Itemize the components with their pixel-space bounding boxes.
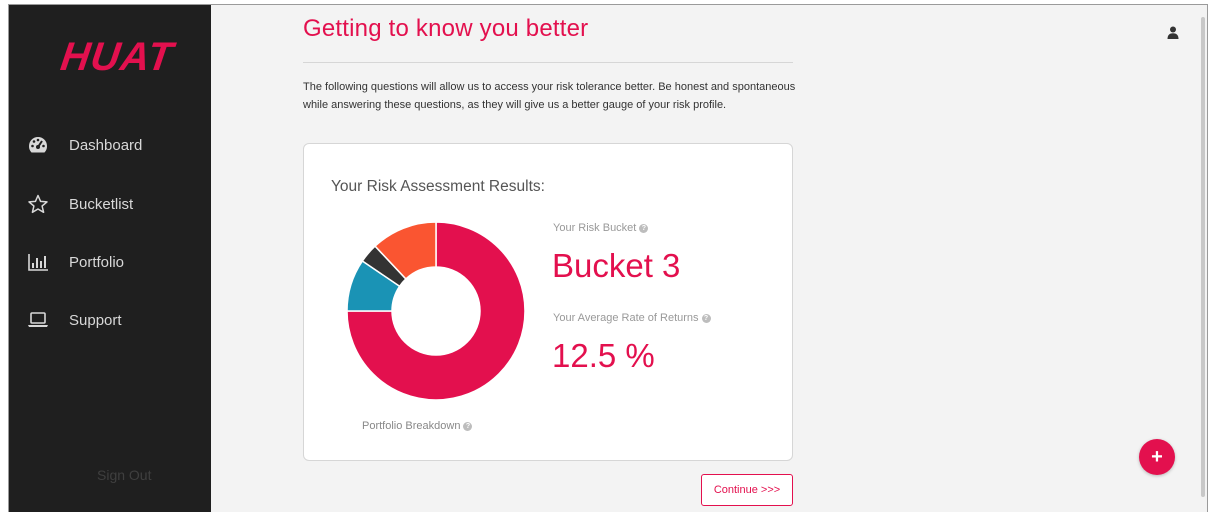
- sidebar-item-support[interactable]: Support: [27, 305, 122, 335]
- sidebar-item-label: Portfolio: [69, 253, 125, 271]
- continue-button[interactable]: Continue >>>: [701, 474, 793, 506]
- portfolio-breakdown-label: Portfolio Breakdown?: [362, 420, 473, 432]
- help-icon[interactable]: ?: [463, 421, 473, 431]
- risk-bucket-label-text: Your Risk Bucket: [553, 222, 637, 234]
- star-icon: [27, 194, 49, 214]
- help-icon[interactable]: ?: [639, 223, 649, 233]
- main-content: Getting to know you better The following…: [211, 5, 1207, 512]
- add-button[interactable]: +: [1139, 439, 1175, 475]
- intro-text: The following questions will allow us to…: [303, 81, 796, 111]
- card-title: Your Risk Assessment Results:: [331, 178, 545, 195]
- avg-return-value: 12.5 %: [552, 337, 655, 374]
- sidebar-item-bucketlist[interactable]: Bucketlist: [27, 189, 133, 219]
- risk-results-card: Your Risk Assessment Results: Portfolio …: [303, 143, 793, 461]
- sign-out-link[interactable]: Sign Out: [97, 467, 151, 483]
- dashboard-icon: [27, 135, 49, 155]
- breakdown-label-text: Portfolio Breakdown: [362, 420, 461, 432]
- sidebar-item-label: Bucketlist: [69, 195, 134, 213]
- user-icon[interactable]: [1167, 26, 1179, 44]
- help-icon[interactable]: ?: [701, 313, 711, 323]
- sidebar-item-portfolio[interactable]: Portfolio: [27, 247, 124, 277]
- page-title: Getting to know you better: [303, 15, 589, 42]
- sidebar: HUAT Dashboard Bucketlist Portfolio Supp…: [9, 5, 211, 512]
- laptop-icon: [27, 310, 49, 330]
- avg-return-label: Your Average Rate of Returns?: [553, 312, 711, 324]
- risk-bucket-label: Your Risk Bucket?: [553, 222, 649, 234]
- portfolio-donut-chart: [346, 221, 526, 401]
- risk-bucket-value: Bucket 3: [552, 247, 681, 284]
- bar-chart-icon: [27, 252, 49, 272]
- title-divider: [303, 62, 793, 63]
- app-window: HUAT Dashboard Bucketlist Portfolio Supp…: [8, 4, 1208, 512]
- logo: HUAT: [57, 35, 177, 79]
- scrollbar-thumb[interactable]: [1201, 17, 1205, 497]
- avg-return-label-text: Your Average Rate of Returns: [553, 312, 699, 324]
- sidebar-item-dashboard[interactable]: Dashboard: [27, 130, 142, 160]
- scrollbar[interactable]: [1199, 5, 1207, 512]
- sidebar-item-label: Dashboard: [69, 136, 143, 154]
- sidebar-item-label: Support: [69, 311, 122, 329]
